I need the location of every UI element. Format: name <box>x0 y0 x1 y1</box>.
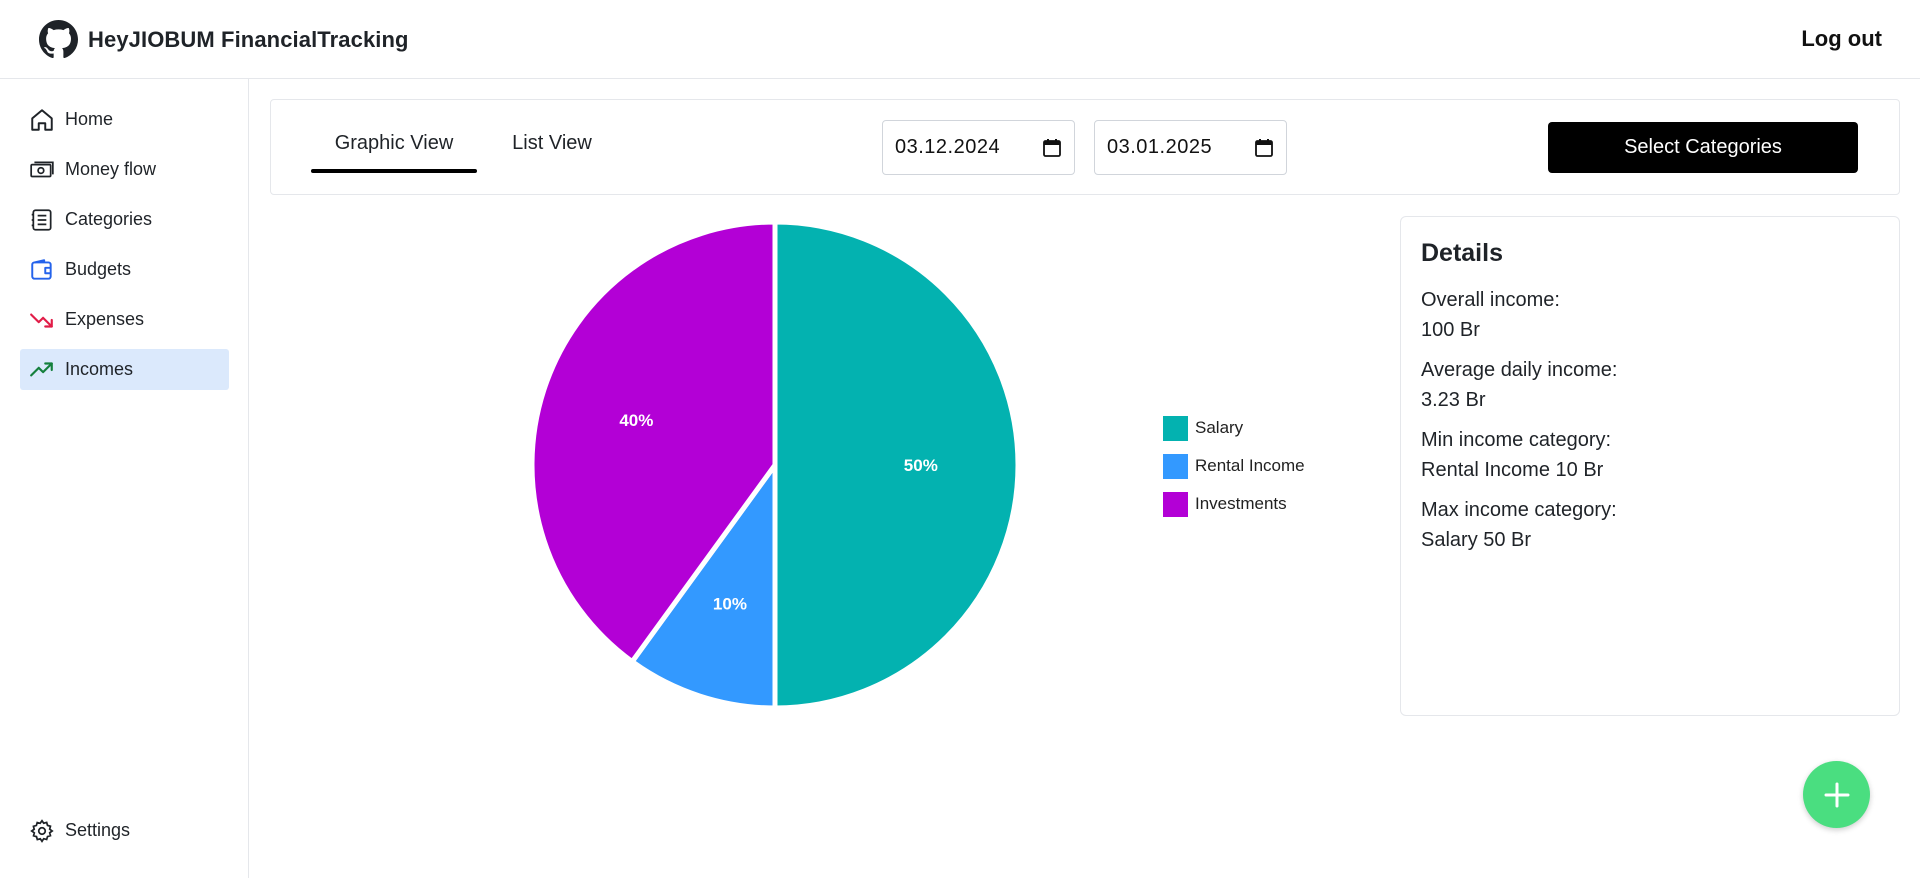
calendar-icon[interactable] <box>1042 138 1062 158</box>
trending-up-icon <box>30 361 53 376</box>
income-pie-chart: 50% 10% 40% Salary Rental Income Investments <box>270 210 1390 730</box>
github-logo-icon <box>39 20 78 59</box>
legend-item-investments[interactable]: Investments <box>1163 491 1305 517</box>
pie-slice-label: 10% <box>713 595 747 614</box>
brand[interactable]: HeyJIOBUM FinancialTracking <box>39 20 409 59</box>
list-icon <box>31 208 52 231</box>
sidebar: Home Money flow Categories Budgets Expen… <box>0 79 249 878</box>
date-to-input[interactable]: 03.01.2025 <box>1094 120 1287 175</box>
max-income-category-value: Salary 50 Br <box>1421 529 1532 551</box>
sidebar-item-label: Incomes <box>65 359 134 379</box>
legend-swatch <box>1163 415 1188 441</box>
logout-button[interactable]: Log out <box>1801 26 1882 52</box>
pie-slice-salary[interactable] <box>772 219 1021 711</box>
sidebar-item-label: Categories <box>65 209 153 229</box>
home-icon <box>31 108 53 131</box>
date-from-value: 03.12.2024 <box>895 136 1001 158</box>
overall-income-value: 100 Br <box>1421 319 1480 341</box>
sidebar-item-budgets[interactable]: Budgets <box>20 249 229 290</box>
sidebar-item-money-flow[interactable]: Money flow <box>20 149 229 190</box>
details-title: Details <box>1421 239 1503 267</box>
avg-daily-income-label: Average daily income: <box>1421 359 1618 381</box>
tab-label: Graphic View <box>334 132 454 154</box>
sidebar-item-expenses[interactable]: Expenses <box>20 299 229 340</box>
tab-list-view[interactable]: List View <box>497 123 607 173</box>
sidebar-item-home[interactable]: Home <box>20 99 229 140</box>
settings-label: Settings <box>65 820 131 840</box>
tab-graphic-view[interactable]: Graphic View <box>311 123 477 173</box>
gear-icon <box>30 818 54 843</box>
legend-swatch <box>1163 491 1188 517</box>
date-from-input[interactable]: 03.12.2024 <box>882 120 1075 175</box>
app-title: HeyJIOBUM FinancialTracking <box>88 26 409 52</box>
add-income-button[interactable] <box>1803 761 1870 828</box>
min-income-category-label: Min income category: <box>1421 429 1612 451</box>
sidebar-item-label: Expenses <box>65 309 145 329</box>
date-to-value: 03.01.2025 <box>1107 136 1213 158</box>
trending-down-icon <box>30 313 53 328</box>
sidebar-item-incomes[interactable]: Incomes <box>20 349 229 390</box>
details-panel: Details Overall income: 100 Br Average d… <box>1400 216 1900 716</box>
legend-label: Investments <box>1195 494 1287 513</box>
sidebar-item-label: Home <box>65 109 114 129</box>
sidebar-item-categories[interactable]: Categories <box>20 199 229 240</box>
active-tab-indicator <box>311 169 477 173</box>
sidebar-item-settings[interactable]: Settings <box>20 810 229 851</box>
pie-chart-svg: 50% 10% 40% <box>529 219 1021 711</box>
legend-item-rental-income[interactable]: Rental Income <box>1163 453 1305 479</box>
max-income-category-label: Max income category: <box>1421 499 1617 521</box>
legend-item-salary[interactable]: Salary <box>1163 415 1305 441</box>
overall-income-label: Overall income: <box>1421 289 1560 311</box>
plus-icon <box>1824 782 1849 807</box>
pie-slice-label: 40% <box>619 411 653 430</box>
view-toolbar: Graphic View List View 03.12.2024 03.01.… <box>270 99 1900 195</box>
money-icon <box>30 161 54 177</box>
pie-slice-label: 50% <box>904 456 938 475</box>
calendar-icon[interactable] <box>1254 138 1274 158</box>
legend-label: Salary <box>1195 418 1244 437</box>
legend-swatch <box>1163 453 1188 479</box>
avg-daily-income-value: 3.23 Br <box>1421 389 1486 411</box>
sidebar-item-label: Budgets <box>65 259 132 279</box>
min-income-category-value: Rental Income 10 Br <box>1421 459 1604 481</box>
wallet-icon <box>31 258 52 280</box>
sidebar-item-label: Money flow <box>65 159 157 179</box>
app-header: HeyJIOBUM FinancialTracking Log out <box>0 0 1920 79</box>
legend-label: Rental Income <box>1195 456 1305 475</box>
chart-legend: Salary Rental Income Investments <box>1163 415 1305 529</box>
tab-label: List View <box>512 132 592 154</box>
select-categories-button[interactable]: Select Categories <box>1548 122 1858 173</box>
